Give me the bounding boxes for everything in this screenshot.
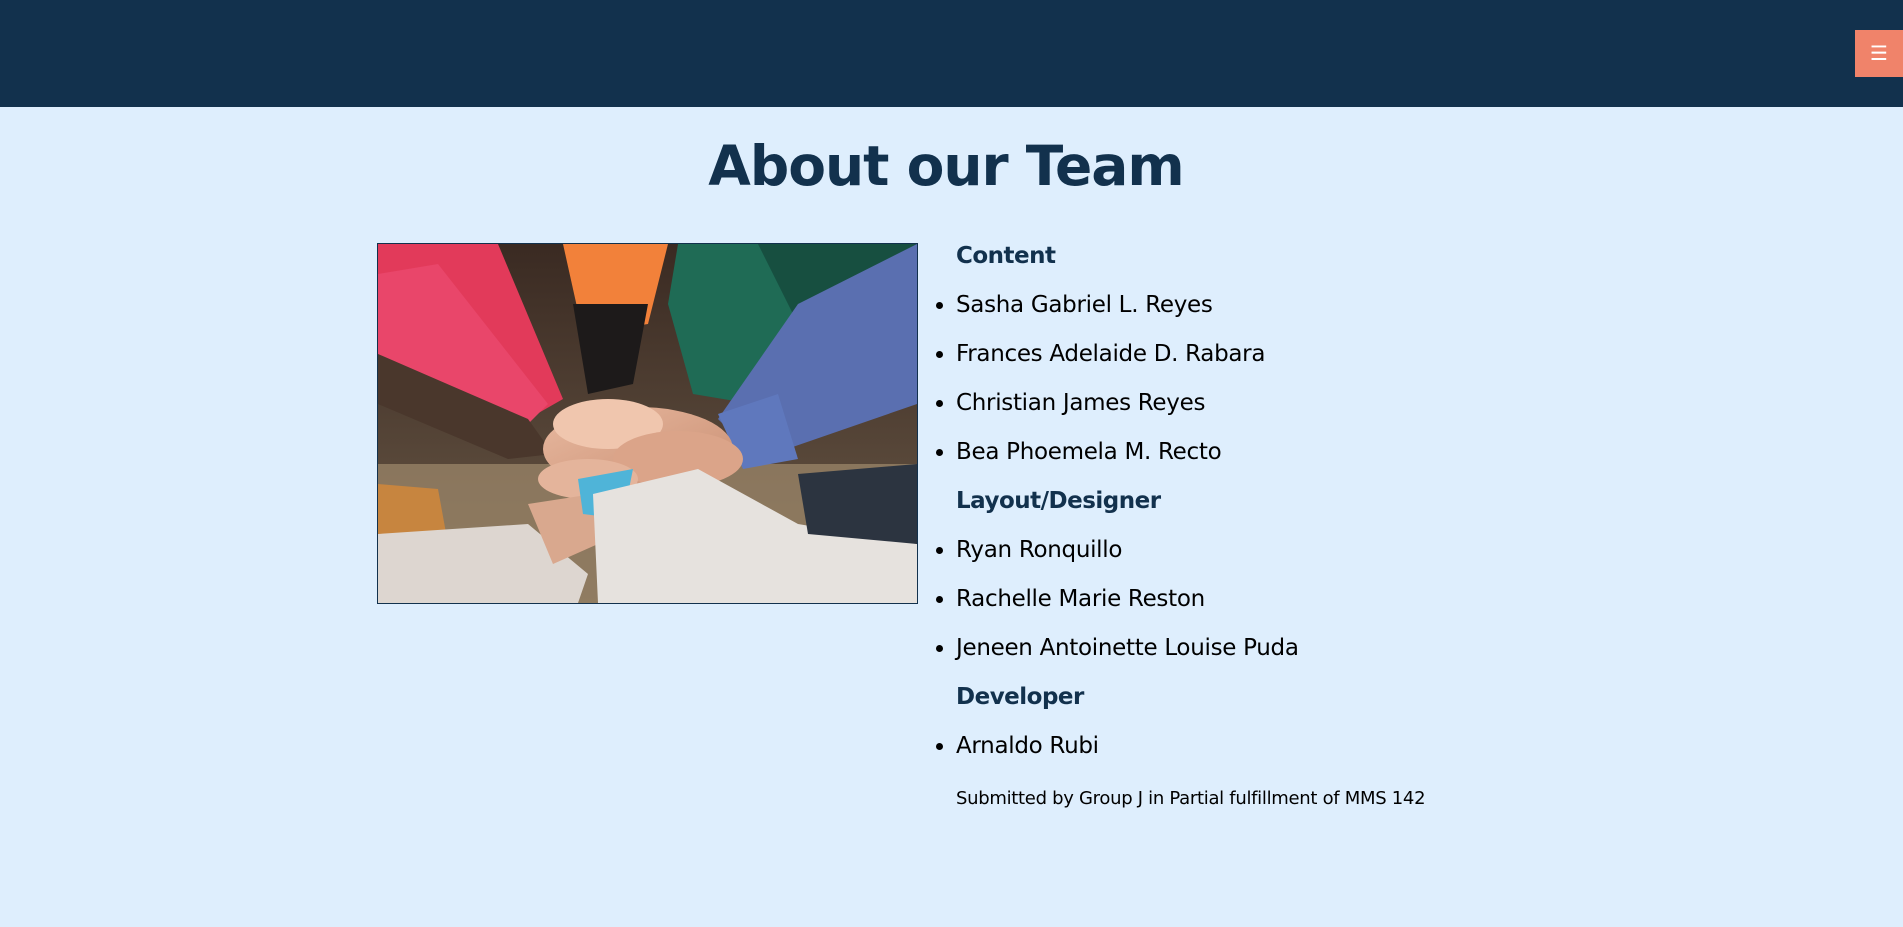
top-navigation-bar: ☰ [0, 0, 1903, 107]
hamburger-icon: ☰ [1870, 41, 1888, 65]
list-item: Ryan Ronquillo [936, 534, 1516, 566]
submission-footnote: Submitted by Group J in Partial fulfillm… [956, 788, 1426, 809]
role-heading-developer: Developer [956, 684, 1084, 710]
list-item: Frances Adelaide D. Rabara [936, 338, 1516, 370]
role-heading-content: Content [956, 243, 1056, 269]
member-list-layout-designer: Ryan Ronquillo Rachelle Marie Reston Jen… [936, 534, 1516, 664]
team-list: Content Sasha Gabriel L. Reyes Frances A… [936, 240, 1516, 812]
page-title: About our Team [708, 134, 1184, 198]
list-item: Bea Phoemela M. Recto [936, 436, 1516, 468]
list-item: Jeneen Antoinette Louise Puda [936, 632, 1516, 664]
member-list-content: Sasha Gabriel L. Reyes Frances Adelaide … [936, 289, 1516, 468]
team-photo [377, 243, 918, 604]
list-item: Arnaldo Rubi [936, 730, 1516, 762]
list-item: Christian James Reyes [936, 387, 1516, 419]
list-item: Rachelle Marie Reston [936, 583, 1516, 615]
member-list-developer: Arnaldo Rubi [936, 730, 1516, 762]
role-heading-layout-designer: Layout/Designer [956, 488, 1161, 514]
list-item: Sasha Gabriel L. Reyes [936, 289, 1516, 321]
menu-button[interactable]: ☰ [1855, 30, 1903, 77]
